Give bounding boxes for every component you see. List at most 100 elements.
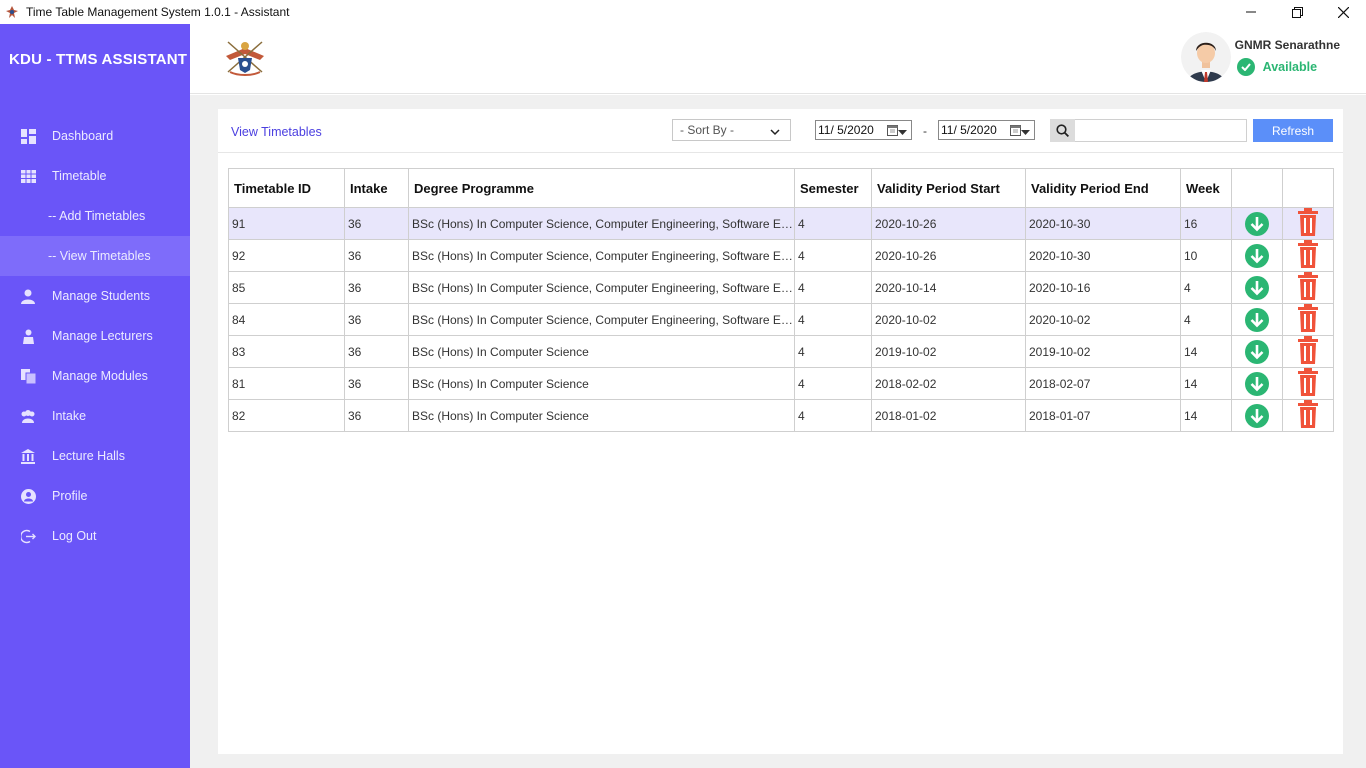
page-title: View Timetables (231, 125, 322, 139)
table-cell: 16 (1180, 207, 1232, 240)
users-icon (20, 408, 36, 424)
chevron-down-icon (1021, 125, 1030, 139)
sidebar-item-add-timetables[interactable]: -- Add Timetables (0, 196, 190, 236)
column-header[interactable]: Intake (344, 168, 409, 208)
table-cell: 92 (228, 239, 345, 272)
table-cell: BSc (Hons) In Computer Science, Computer… (408, 271, 795, 304)
table-row[interactable]: 83 36 BSc (Hons) In Computer Science 4 2019-… (228, 335, 1334, 368)
sidebar-item-log-out[interactable]: Log Out (0, 516, 190, 556)
download-icon[interactable] (1245, 403, 1269, 428)
trash-icon[interactable] (1298, 240, 1318, 271)
search-input[interactable] (1050, 119, 1247, 142)
table-cell: 2020-10-30 (1025, 207, 1181, 240)
download-icon[interactable] (1245, 371, 1269, 396)
table-cell: 2018-02-07 (1025, 367, 1181, 400)
sidebar-item-manage-students[interactable]: Manage Students (0, 276, 190, 316)
profile-icon (20, 488, 36, 504)
date-from-picker[interactable]: 11/ 5/2020 (815, 120, 912, 140)
download-icon[interactable] (1245, 339, 1269, 364)
sidebar-item-label: Timetable (52, 169, 107, 183)
delete-cell (1282, 399, 1334, 432)
sidebar-item-dashboard[interactable]: Dashboard (0, 116, 190, 156)
minimize-icon[interactable] (1228, 0, 1274, 24)
column-header[interactable]: Timetable ID (228, 168, 345, 208)
calendar-icon (887, 124, 898, 139)
header: GNMR Senarathne Available (190, 24, 1366, 94)
logout-icon (20, 528, 36, 544)
table-icon (20, 168, 36, 184)
table-cell: BSc (Hons) In Computer Science (408, 367, 795, 400)
main-area: View Timetables - Sort By - 11/ 5/2020 -… (190, 95, 1366, 768)
table-row[interactable]: 84 36 BSc (Hons) In Computer Science, Comp… (228, 303, 1334, 336)
sidebar-item-view-timetables[interactable]: -- View Timetables (0, 236, 190, 276)
brand-title: KDU - TTMS ASSISTANT (9, 50, 188, 68)
close-icon[interactable] (1320, 0, 1366, 24)
download-cell (1231, 271, 1283, 304)
table-cell: BSc (Hons) In Computer Science, Computer… (408, 239, 795, 272)
table-row[interactable]: 81 36 BSc (Hons) In Computer Science 4 2018-… (228, 367, 1334, 400)
user-name: GNMR Senarathne (1234, 38, 1340, 52)
column-header[interactable]: Validity Period End (1025, 168, 1181, 208)
trash-icon[interactable] (1298, 272, 1318, 303)
download-cell (1231, 239, 1283, 272)
download-cell (1231, 335, 1283, 368)
restore-icon[interactable] (1274, 0, 1320, 24)
table-cell: 2020-10-14 (871, 271, 1026, 304)
table-cell: 4 (794, 271, 872, 304)
download-icon[interactable] (1245, 243, 1269, 268)
trash-icon[interactable] (1298, 336, 1318, 367)
download-icon[interactable] (1245, 275, 1269, 300)
refresh-button[interactable]: Refresh (1253, 119, 1333, 142)
sidebar-item-lecture-halls[interactable]: Lecture Halls (0, 436, 190, 476)
download-icon[interactable] (1245, 307, 1269, 332)
table-cell: 2018-01-07 (1025, 399, 1181, 432)
table-cell: 36 (344, 399, 409, 432)
table-row[interactable]: 91 36 BSc (Hons) In Computer Science, Comp… (228, 207, 1334, 240)
column-header[interactable]: Validity Period Start (871, 168, 1026, 208)
calendar-icon (1010, 124, 1021, 139)
table-cell: 2018-02-02 (871, 367, 1026, 400)
table-cell: 14 (1180, 367, 1232, 400)
table-cell: 36 (344, 271, 409, 304)
column-header[interactable]: Degree Programme (408, 168, 795, 208)
column-header[interactable]: Semester (794, 168, 872, 208)
sidebar-item-timetable[interactable]: Timetable (0, 156, 190, 196)
table-cell: 83 (228, 335, 345, 368)
sidebar-item-manage-lecturers[interactable]: Manage Lecturers (0, 316, 190, 356)
table-cell: BSc (Hons) In Computer Science, Computer… (408, 303, 795, 336)
table-cell: 91 (228, 207, 345, 240)
table-row[interactable]: 92 36 BSc (Hons) In Computer Science, Comp… (228, 239, 1334, 272)
table-cell: 4 (794, 335, 872, 368)
table-cell: 14 (1180, 335, 1232, 368)
date-to-picker[interactable]: 11/ 5/2020 (938, 120, 1035, 140)
sidebar-item-manage-modules[interactable]: Manage Modules (0, 356, 190, 396)
avatar[interactable] (1180, 32, 1231, 82)
table-row[interactable]: 85 36 BSc (Hons) In Computer Science, Comp… (228, 271, 1334, 304)
table-cell: 2020-10-26 (871, 239, 1026, 272)
download-cell (1231, 303, 1283, 336)
trash-icon[interactable] (1298, 400, 1318, 431)
trash-icon[interactable] (1298, 208, 1318, 239)
date-to-value: 11/ 5/2020 (941, 123, 997, 137)
user-panel: GNMR Senarathne Available (1180, 32, 1340, 82)
table-cell: 36 (344, 367, 409, 400)
download-icon[interactable] (1245, 211, 1269, 236)
trash-icon[interactable] (1298, 304, 1318, 335)
download-cell (1231, 367, 1283, 400)
table-row[interactable]: 82 36 BSc (Hons) In Computer Science 4 2018-… (228, 399, 1334, 432)
table-cell: 14 (1180, 399, 1232, 432)
sidebar-item-label: Manage Modules (52, 369, 148, 383)
table-cell: 2020-10-16 (1025, 271, 1181, 304)
sort-by-select[interactable]: - Sort By - (672, 119, 791, 141)
trash-icon[interactable] (1298, 368, 1318, 399)
toolbar: View Timetables - Sort By - 11/ 5/2020 -… (218, 109, 1343, 153)
sidebar-item-label: Profile (52, 489, 88, 503)
column-header[interactable]: Week (1180, 168, 1232, 208)
content-panel: View Timetables - Sort By - 11/ 5/2020 -… (218, 109, 1343, 754)
sidebar-item-label: -- Add Timetables (48, 209, 146, 223)
sidebar-item-intake[interactable]: Intake (0, 396, 190, 436)
check-circle-icon (1236, 58, 1255, 76)
search-icon[interactable] (1050, 119, 1075, 142)
sidebar-item-profile[interactable]: Profile (0, 476, 190, 516)
sidebar-item-label: Lecture Halls (52, 449, 125, 463)
